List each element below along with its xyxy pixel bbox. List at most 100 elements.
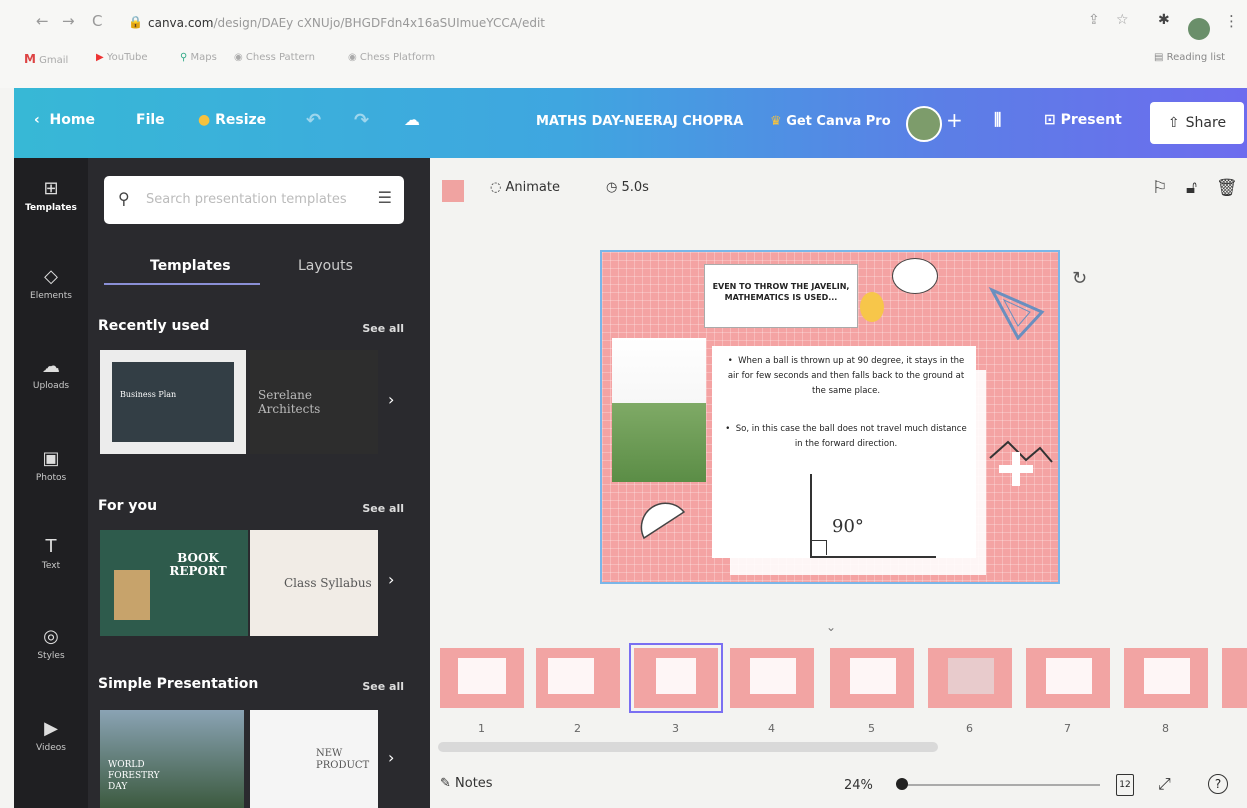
reading-list[interactable]: ▤ Reading list (1154, 52, 1225, 63)
template-new-product[interactable]: NEW PRODUCT (250, 710, 378, 808)
lock-icon[interactable]: 🔓︎ (1186, 178, 1197, 198)
page-thumb-4[interactable] (730, 648, 814, 708)
content-card[interactable]: • When a ball is thrown up at 90 degree,… (712, 346, 976, 558)
undo-icon[interactable]: ↶ (306, 110, 321, 131)
horizontal-line (810, 556, 936, 558)
chevron-right-icon[interactable]: › (388, 390, 408, 420)
right-angle-mark (812, 540, 827, 555)
chevron-right-icon[interactable]: › (388, 748, 408, 778)
address-row: ← → C 🔒 canva.com/design/DAEy cXNUjo/BHG… (0, 6, 1247, 40)
section-simple-presentation: Simple Presentation (98, 676, 259, 692)
page-thumb-5[interactable] (830, 648, 914, 708)
address-bar[interactable]: canva.com/design/DAEy cXNUjo/BHGDFdn4x16… (148, 16, 545, 30)
notes-button[interactable]: ✎ Notes (440, 776, 493, 791)
home-button[interactable]: ‹ Home (34, 112, 95, 128)
see-all-for-you[interactable]: See all (362, 502, 404, 515)
page-thumb-3[interactable] (629, 643, 723, 713)
page-count-icon[interactable]: 12 (1116, 774, 1134, 796)
palette-icon: ◎ (43, 626, 59, 647)
file-menu[interactable]: File (136, 112, 165, 128)
chevron-right-icon[interactable]: › (388, 570, 408, 600)
bookmark-gmail[interactable]: M Gmail (24, 52, 68, 66)
page-thumb-8[interactable] (1124, 648, 1208, 708)
share-button[interactable]: ⇧ Share (1150, 102, 1244, 144)
elements-icon: ◇ (44, 266, 58, 287)
bookmark-chess-pattern[interactable]: ◉ Chess Pattern (234, 52, 315, 63)
resize-button[interactable]: ● Resize (198, 112, 266, 128)
slide-title-box[interactable]: EVEN TO THROW THE JAVELIN, MATHEMATICS I… (704, 264, 858, 328)
zoom-slider[interactable] (900, 784, 1100, 786)
rail-elements[interactable]: ◇ Elements (14, 266, 88, 301)
template-business-plan[interactable]: Business Plan (100, 350, 246, 454)
page-thumb-1[interactable] (440, 648, 524, 708)
share-page-icon[interactable]: ⇪ (1088, 12, 1100, 28)
zoom-slider-handle[interactable] (896, 778, 908, 790)
tab-layouts[interactable]: Layouts (298, 258, 353, 274)
page-number: 4 (768, 722, 775, 735)
bookmark-youtube[interactable]: ▶ YouTube (96, 52, 148, 63)
see-all-recent[interactable]: See all (362, 322, 404, 335)
template-class-syllabus[interactable]: Class Syllabus (250, 530, 378, 636)
profile-avatar[interactable] (1188, 18, 1210, 40)
page-thumb-9-partial[interactable] (1222, 648, 1247, 708)
angle-label: 90° (832, 516, 864, 537)
section-recently-used: Recently used (98, 318, 210, 334)
page-thumb-2[interactable] (536, 648, 620, 708)
filmstrip-scrollbar[interactable] (438, 742, 938, 752)
template-book-report[interactable]: BOOK REPORT (100, 530, 248, 636)
help-icon[interactable]: ? (1208, 774, 1228, 794)
collapse-chevron-icon[interactable]: ⌄ (826, 620, 836, 634)
rail-text[interactable]: T Text (14, 536, 88, 571)
redo-icon[interactable]: ↷ (354, 110, 369, 131)
rail-templates[interactable]: ⊞ Templates (14, 178, 88, 213)
cloud-save-icon[interactable]: ☁ (404, 110, 420, 129)
templates-panel: ⚲ Search presentation templates ☰ Templa… (88, 158, 430, 808)
rail-styles[interactable]: ◎ Styles (14, 626, 88, 661)
paint-roller-icon[interactable]: ⚐ (1152, 178, 1167, 198)
get-canva-pro-button[interactable]: ♛ Get Canva Pro (770, 114, 891, 129)
star-icon[interactable]: ☆ (1116, 12, 1129, 28)
reload-icon[interactable]: C (92, 12, 102, 30)
back-icon[interactable]: ← (36, 12, 49, 30)
bookmarks-bar: M Gmail ▶ YouTube ⚲ Maps ◉ Chess Pattern… (0, 46, 1247, 74)
animate-button[interactable]: ◌ Animate (490, 180, 560, 195)
templates-icon: ⊞ (43, 178, 59, 199)
extensions-icon[interactable]: ✱ (1158, 12, 1170, 28)
template-world-forestry[interactable]: WORLD FORESTRY DAY (100, 710, 244, 808)
page-thumb-7[interactable] (1026, 648, 1110, 708)
rail-photos[interactable]: ▣ Photos (14, 448, 88, 483)
present-button[interactable]: ⊡ Present (1044, 112, 1122, 128)
duration-button[interactable]: ◷ 5.0s (606, 180, 649, 195)
forward-icon[interactable]: → (62, 12, 75, 30)
rail-uploads[interactable]: ☁ Uploads (14, 356, 88, 391)
bookmark-chess-platform[interactable]: ◉ Chess Platform (348, 52, 435, 63)
text-icon: T (45, 536, 57, 557)
see-all-simple[interactable]: See all (362, 680, 404, 693)
fullscreen-icon[interactable]: ⤢ (1158, 774, 1171, 794)
side-rail: ⊞ Templates ◇ Elements ☁ Uploads ▣ Photos TT… (14, 158, 88, 808)
slide-canvas[interactable]: EVEN TO THROW THE JAVELIN, MATHEMATICS I… (600, 250, 1060, 584)
template-serelane[interactable]: Serelane Architects (250, 350, 378, 454)
tab-templates[interactable]: Templates (150, 258, 231, 274)
set-square-icon (988, 282, 1046, 341)
user-avatar[interactable] (906, 106, 942, 142)
refresh-icon[interactable]: ↻ (1072, 268, 1087, 289)
search-input[interactable]: ⚲ Search presentation templates ☰ (104, 176, 404, 224)
insights-icon[interactable]: ⫼ (994, 110, 1001, 130)
thought-bubble (892, 258, 938, 294)
page-number: 3 (672, 722, 679, 735)
page-thumb-6[interactable] (928, 648, 1012, 708)
menu-icon[interactable]: ⋮ (1224, 12, 1239, 30)
upload-cloud-icon: ☁ (42, 356, 60, 377)
bullet-1: • When a ball is thrown up at 90 degree,… (727, 356, 965, 396)
javelin-photo (612, 338, 706, 482)
rail-videos[interactable]: ▶ Videos (14, 718, 88, 753)
color-swatch[interactable] (442, 180, 464, 202)
add-people-icon[interactable]: + (946, 108, 963, 132)
section-for-you: For you (98, 498, 158, 514)
bookmark-maps[interactable]: ⚲ Maps (180, 52, 217, 63)
page-number: 2 (574, 722, 581, 735)
trash-icon[interactable]: 🗑︎ (1216, 178, 1238, 198)
filter-icon[interactable]: ☰ (378, 188, 392, 207)
design-title[interactable]: MATHS DAY-NEERAJ CHOPRA (536, 114, 743, 129)
